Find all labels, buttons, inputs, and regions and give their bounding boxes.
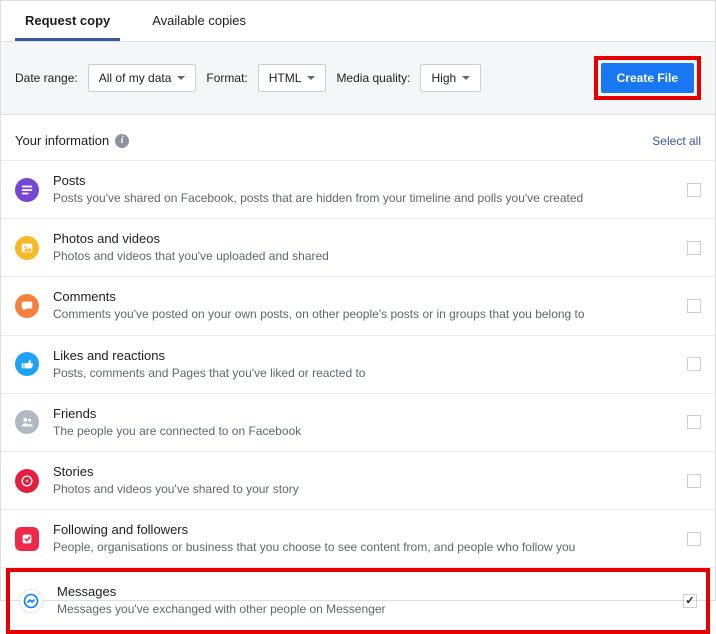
likes-icon (15, 352, 39, 376)
chevron-down-icon (307, 76, 315, 80)
select-all-link[interactable]: Select all (652, 134, 701, 148)
item-title: Comments (53, 289, 673, 304)
chevron-down-icon (462, 76, 470, 80)
item-title: Following and followers (53, 522, 673, 537)
create-file-highlight: Create File (594, 56, 701, 100)
comments-icon (15, 294, 39, 318)
list-item-posts[interactable]: Posts Posts you've shared on Facebook, p… (1, 161, 715, 219)
item-title: Friends (53, 406, 673, 421)
tab-request-copy[interactable]: Request copy (15, 1, 120, 41)
date-range-label: Date range: (15, 71, 78, 85)
item-title: Stories (53, 464, 673, 479)
quality-label: Media quality: (336, 71, 410, 85)
item-desc: Comments you've posted on your own posts… (53, 306, 673, 322)
list-item-photos[interactable]: Photos and videos Photos and videos that… (1, 219, 715, 277)
item-desc: Photos and videos that you've uploaded a… (53, 248, 673, 264)
section-header: Your information i Select all (1, 115, 715, 161)
list-item-likes[interactable]: Likes and reactions Posts, comments and … (1, 336, 715, 394)
stories-icon (15, 469, 39, 493)
filter-bar: Date range: All of my data Format: HTML … (1, 42, 715, 115)
section-title: Your information (15, 133, 109, 148)
item-title: Posts (53, 173, 673, 188)
list-item-friends[interactable]: Friends The people you are connected to … (1, 394, 715, 452)
item-desc: Messages you've exchanged with other peo… (57, 601, 669, 617)
chevron-down-icon (177, 76, 185, 80)
quality-value: High (431, 71, 456, 85)
friends-icon (15, 410, 39, 434)
format-value: HTML (269, 71, 302, 85)
date-range-select[interactable]: All of my data (88, 64, 197, 92)
item-desc: Posts you've shared on Facebook, posts t… (53, 190, 673, 206)
item-title: Likes and reactions (53, 348, 673, 363)
checkbox-friends[interactable] (687, 415, 701, 429)
format-select[interactable]: HTML (258, 64, 327, 92)
photos-icon (15, 236, 39, 260)
list-item-comments[interactable]: Comments Comments you've posted on your … (1, 277, 715, 335)
item-title: Messages (57, 584, 669, 599)
list-item-following[interactable]: Following and followers People, organisa… (1, 510, 715, 568)
posts-icon (15, 178, 39, 202)
info-icon[interactable]: i (115, 134, 129, 148)
quality-select[interactable]: High (420, 64, 481, 92)
checkbox-posts[interactable] (687, 183, 701, 197)
item-desc: People, organisations or business that y… (53, 539, 673, 555)
item-title: Photos and videos (53, 231, 673, 246)
list-item-stories[interactable]: Stories Photos and videos you've shared … (1, 452, 715, 510)
checkbox-stories[interactable] (687, 474, 701, 488)
item-desc: Photos and videos you've shared to your … (53, 481, 673, 497)
checkbox-photos[interactable] (687, 241, 701, 255)
create-file-button[interactable]: Create File (601, 63, 694, 93)
checkbox-likes[interactable] (687, 357, 701, 371)
item-desc: The people you are connected to on Faceb… (53, 423, 673, 439)
tabs: Request copy Available copies (1, 1, 715, 42)
checkbox-following[interactable] (687, 532, 701, 546)
date-range-value: All of my data (99, 71, 172, 85)
format-label: Format: (206, 71, 247, 85)
item-desc: Posts, comments and Pages that you've li… (53, 365, 673, 381)
tab-available-copies[interactable]: Available copies (142, 1, 256, 41)
following-icon (15, 527, 39, 551)
checkbox-comments[interactable] (687, 299, 701, 313)
